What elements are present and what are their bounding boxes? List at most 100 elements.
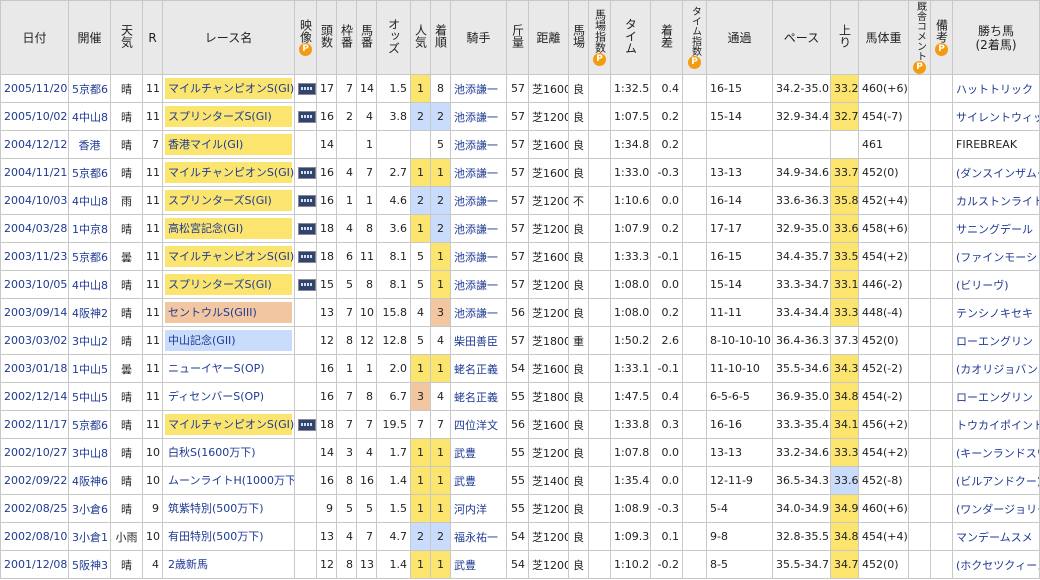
video-icon[interactable] <box>298 419 316 431</box>
header-heads[interactable]: 頭数 <box>316 0 337 75</box>
race-name-link[interactable]: スプリンターズS(GI) <box>165 274 292 295</box>
jockey-link[interactable]: 池添謙一 <box>450 298 507 327</box>
video-cell[interactable] <box>294 186 317 215</box>
venue-link[interactable]: 5阪神3 <box>68 550 111 579</box>
race-name-link[interactable]: スプリンターズS(GI) <box>165 190 292 211</box>
winner-link[interactable]: (ビリーヴ) <box>952 270 1040 299</box>
video-icon[interactable] <box>298 83 316 95</box>
winner-link[interactable]: (ダンスインザムード) <box>952 158 1040 187</box>
header-margin[interactable]: 着差 <box>650 0 683 75</box>
winner-link[interactable]: ローエングリン <box>952 326 1040 355</box>
venue-link[interactable]: 3中山2 <box>68 326 111 355</box>
race-name-link[interactable]: 有田特別(500万下) <box>165 526 292 547</box>
video-icon[interactable] <box>298 223 316 235</box>
venue-link[interactable]: 3小倉1 <box>68 522 111 551</box>
date-link[interactable]: 2002/12/14 <box>0 382 69 411</box>
header-winner[interactable]: 勝ち馬 (2着馬) <box>952 0 1040 75</box>
header-time[interactable]: タイム <box>610 0 651 75</box>
winner-link[interactable]: サニングデール <box>952 214 1040 243</box>
date-link[interactable]: 2001/12/08 <box>0 550 69 579</box>
venue-link[interactable]: 5京都6 <box>68 410 111 439</box>
winner-link[interactable]: (キーンランドスワン) <box>952 438 1040 467</box>
jockey-link[interactable]: 池添謙一 <box>450 130 507 159</box>
winner-link[interactable]: (ホクセツクィーン) <box>952 550 1040 579</box>
video-cell[interactable] <box>294 242 317 271</box>
winner-link[interactable]: テンシノキセキ <box>952 298 1040 327</box>
date-link[interactable]: 2002/09/22 <box>0 466 69 495</box>
video-cell[interactable] <box>294 158 317 187</box>
venue-link[interactable]: 5中山5 <box>68 382 111 411</box>
venue-link[interactable]: 4阪神2 <box>68 298 111 327</box>
jockey-link[interactable]: 池添謙一 <box>450 74 507 103</box>
venue-link[interactable]: 3中山8 <box>68 438 111 467</box>
race-name-link[interactable]: マイルチャンピオンS(GI) <box>165 246 294 267</box>
video-cell[interactable] <box>294 214 317 243</box>
header-race[interactable]: レース名 <box>162 0 295 75</box>
jockey-link[interactable]: 武豊 <box>450 438 507 467</box>
winner-link[interactable]: ローエングリン <box>952 382 1040 411</box>
jockey-link[interactable]: 武豊 <box>450 466 507 495</box>
date-link[interactable]: 2004/03/28 <box>0 214 69 243</box>
venue-link[interactable]: 3小倉6 <box>68 494 111 523</box>
header-odds[interactable]: オッズ <box>376 0 411 75</box>
jockey-link[interactable]: 河内洋 <box>450 494 507 523</box>
winner-link[interactable]: (ワンダージョリー) <box>952 494 1040 523</box>
winner-link[interactable]: (ファインモーション) <box>952 242 1040 271</box>
jockey-link[interactable]: 池添謙一 <box>450 102 507 131</box>
race-name-link[interactable]: ニューイヤーS(OP) <box>165 358 292 379</box>
header-body-weight[interactable]: 馬体重 <box>858 0 909 75</box>
header-last3f[interactable]: 上り <box>830 0 859 75</box>
header-frame[interactable]: 枠番 <box>336 0 357 75</box>
race-name-link[interactable]: 白秋S(1600万下) <box>165 442 292 463</box>
video-icon[interactable] <box>298 167 316 179</box>
header-horse-no[interactable]: 馬番 <box>356 0 377 75</box>
video-cell[interactable] <box>294 102 317 131</box>
jockey-link[interactable]: 池添謙一 <box>450 158 507 187</box>
header-video[interactable]: 映像 P <box>294 0 317 75</box>
date-link[interactable]: 2004/12/12 <box>0 130 69 159</box>
race-name-link[interactable]: マイルチャンピオンS(GI) <box>165 162 294 183</box>
header-finish[interactable]: 着順 <box>430 0 451 75</box>
date-link[interactable]: 2002/11/17 <box>0 410 69 439</box>
header-weight[interactable]: 斤量 <box>506 0 529 75</box>
jockey-link[interactable]: 四位洋文 <box>450 410 507 439</box>
date-link[interactable]: 2004/11/21 <box>0 158 69 187</box>
video-icon[interactable] <box>298 111 316 123</box>
race-name-link[interactable]: マイルチャンピオンS(GI) <box>165 78 294 99</box>
venue-link[interactable]: 4中山8 <box>68 270 111 299</box>
jockey-link[interactable]: 福永祐一 <box>450 522 507 551</box>
race-name-link[interactable]: ディセンバーS(OP) <box>165 386 292 407</box>
header-time-index[interactable]: タイム指数 P <box>682 0 707 75</box>
header-distance[interactable]: 距離 <box>528 0 569 75</box>
video-cell[interactable] <box>294 74 317 103</box>
venue-link[interactable]: 4阪神6 <box>68 466 111 495</box>
date-link[interactable]: 2003/03/02 <box>0 326 69 355</box>
header-jockey[interactable]: 騎手 <box>450 0 507 75</box>
race-name-link[interactable]: スプリンターズS(GI) <box>165 106 292 127</box>
jockey-link[interactable]: 池添謙一 <box>450 214 507 243</box>
jockey-link[interactable]: 武豊 <box>450 550 507 579</box>
winner-link[interactable]: サイレントウィットネス <box>952 102 1040 131</box>
race-name-link[interactable]: 中山記念(GII) <box>165 330 292 351</box>
jockey-link[interactable]: 池添謙一 <box>450 270 507 299</box>
header-note[interactable]: 備考 P <box>930 0 953 75</box>
header-pace[interactable]: ペース <box>772 0 831 75</box>
jockey-link[interactable]: 池添謙一 <box>450 242 507 271</box>
winner-link[interactable]: (ビルアンドクー) <box>952 466 1040 495</box>
venue-link[interactable]: 1中京8 <box>68 214 111 243</box>
header-weather[interactable]: 天気 <box>110 0 143 75</box>
venue-link[interactable]: 香港 <box>68 130 111 159</box>
date-link[interactable]: 2003/10/05 <box>0 270 69 299</box>
video-cell[interactable] <box>294 270 317 299</box>
venue-link[interactable]: 4中山8 <box>68 102 111 131</box>
header-pop[interactable]: 人気 <box>410 0 431 75</box>
header-stable-comment[interactable]: 厩舎コメント P <box>908 0 931 75</box>
race-name-link[interactable]: 筑紫特別(500万下) <box>165 498 292 519</box>
winner-link[interactable]: マンデームスメ <box>952 522 1040 551</box>
venue-link[interactable]: 1中山5 <box>68 354 111 383</box>
race-name-link[interactable]: 高松宮記念(GI) <box>165 218 292 239</box>
winner-link[interactable]: カルストンライトオ <box>952 186 1040 215</box>
video-icon[interactable] <box>298 279 316 291</box>
video-cell[interactable] <box>294 410 317 439</box>
video-icon[interactable] <box>298 251 316 263</box>
